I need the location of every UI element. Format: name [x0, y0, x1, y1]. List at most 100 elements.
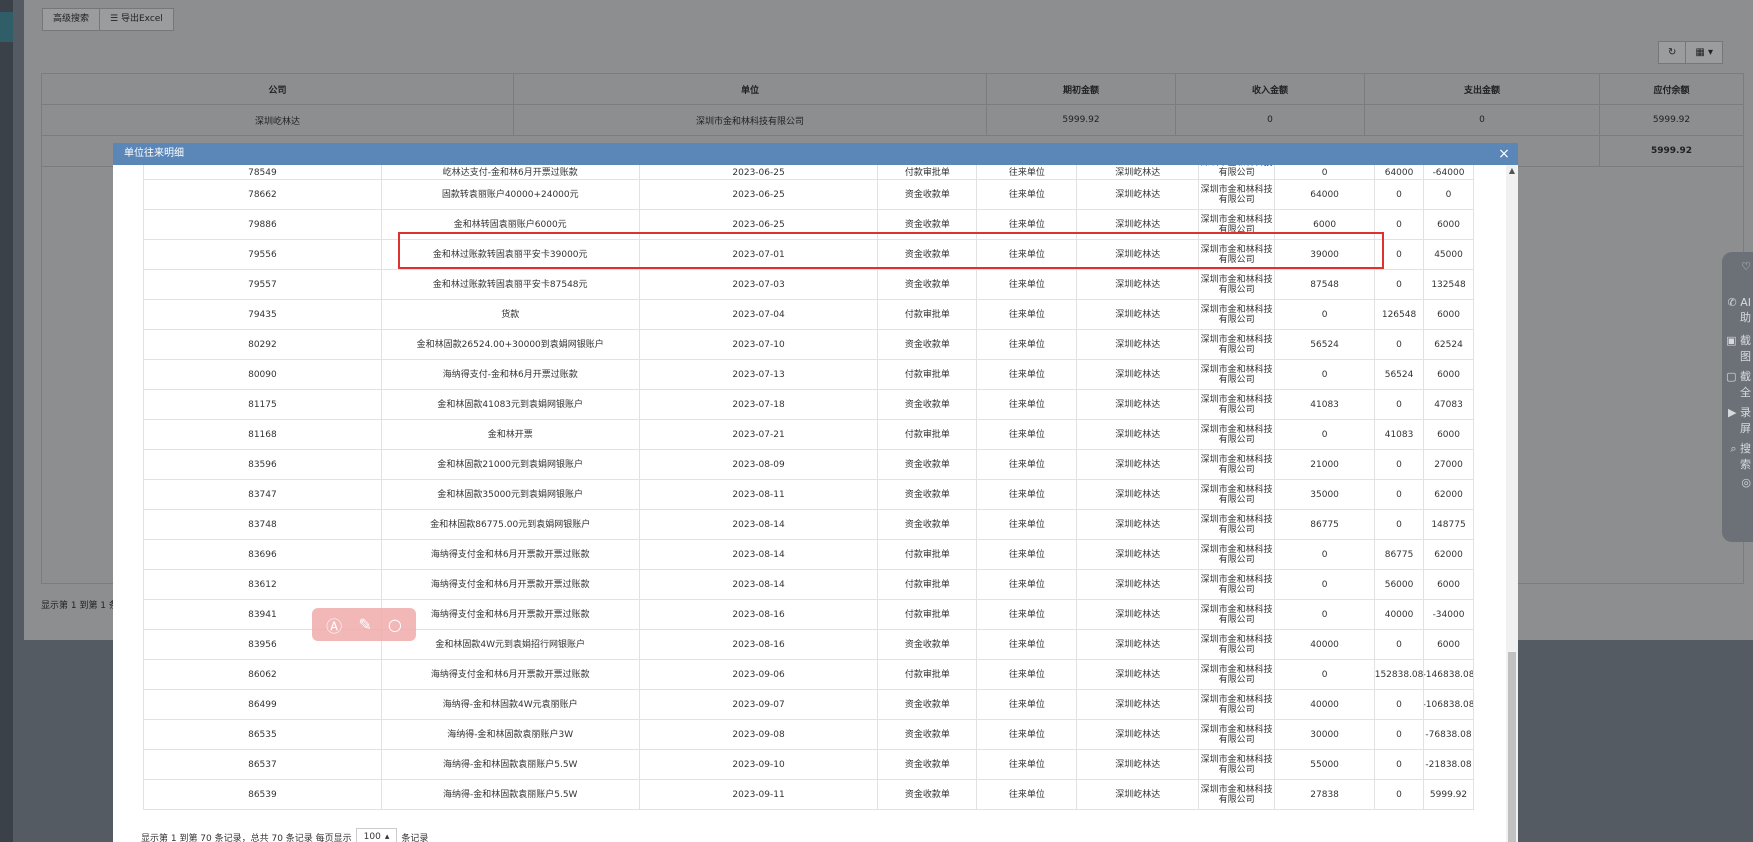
table-row[interactable]: 79435 货款 2023-07-04 付款审批单 往来单位 深圳屹林达 深圳市金和林科技有…: [143, 300, 1474, 330]
cell-company: 深圳屹林达: [1077, 540, 1200, 569]
col-header-company[interactable]: 公司: [42, 74, 514, 104]
close-icon[interactable]: ×: [1496, 143, 1512, 165]
scroll-up-arrow-icon[interactable]: ▲: [1506, 165, 1518, 177]
table-row[interactable]: 78549 屹林达支付-金和林6月开票过账款 2023-06-25 付款审批单 往来单位…: [143, 165, 1474, 180]
export-excel-button[interactable]: ☰ 导出Excel: [100, 8, 174, 31]
cell-counterparty: 深圳市金和林科技有限公司: [1199, 165, 1276, 179]
search-icon[interactable]: ○: [388, 615, 402, 634]
table-row[interactable]: 86537 海纳得-金和林固款袁丽账户5.5W 2023-09-10 资金收款单 往来单…: [143, 750, 1474, 780]
col-header-unit[interactable]: 单位: [514, 74, 987, 104]
col-header-payable[interactable]: 应付余额: [1600, 74, 1743, 104]
pagination-footer: 显示第 1 到第 70 条记录，总共 70 条记录 每页显示 100 ▴ 条记录: [141, 828, 428, 842]
table-row[interactable]: 83696 海纳得支付金和林6月开票款开票过账款 2023-08-14 付款审批单 往来…: [143, 540, 1474, 570]
pagination-summary: 显示第 1 到第 70 条记录，总共 70 条记录 每页显示: [141, 833, 352, 842]
vertical-scrollbar[interactable]: ▲: [1506, 165, 1518, 842]
cell-id: 83596: [144, 450, 382, 479]
cell-unit-type: 往来单位: [977, 360, 1078, 389]
ai-icon[interactable]: Ⓐ: [326, 613, 342, 637]
table-row[interactable]: 86539 海纳得-金和林固款袁丽账户5.5W 2023-09-11 资金收款单 往来单…: [143, 780, 1474, 810]
cell-company: 深圳屹林达: [1077, 450, 1200, 479]
favorite-icon[interactable]: ♡: [1722, 252, 1753, 288]
table-tools: ↻ ▦ ▾: [1657, 41, 1723, 64]
table-row[interactable]: 79557 金和林过账款转固袁丽平安卡87548元 2023-07-03 资金收款单往…: [143, 270, 1474, 300]
cell-unit-type: 往来单位: [977, 630, 1078, 659]
cell-id: 78662: [144, 180, 382, 209]
cell-summary: 货款: [382, 300, 640, 329]
cell-balance: -146838.08: [1424, 660, 1474, 689]
cell-doc-type: 资金收款单: [878, 750, 978, 779]
page-size-select[interactable]: 100 ▴: [355, 828, 398, 842]
cell-expense: 56000: [1375, 570, 1425, 599]
cell-balance: 47083: [1424, 390, 1474, 419]
record-icon[interactable]: ▶ 录屏: [1722, 396, 1753, 435]
settings-icon[interactable]: ◎: [1722, 468, 1753, 504]
table-row[interactable]: 83612 海纳得支付金和林6月开票款开票过账款 2023-08-14 付款审批单 往来…: [143, 570, 1474, 600]
cell-id: 83748: [144, 510, 382, 539]
cell-balance: 6000: [1424, 420, 1474, 449]
table-row[interactable]: 83748 金和林固款86775.00元到袁娟网银账户 2023-08-14 资金收款…: [143, 510, 1474, 540]
screenshot-icon[interactable]: ▣ 截图: [1722, 324, 1753, 363]
table-row[interactable]: 79556 金和林过账款转固袁丽平安卡39000元 2023-07-01 资金收款单往…: [143, 240, 1474, 270]
cell-counterparty: 深圳市金和林科技有限公司: [1199, 720, 1276, 749]
columns-toggle-button[interactable]: ▦ ▾: [1686, 41, 1723, 64]
cell-company: 深圳屹林达: [1077, 180, 1200, 209]
cell-unit-type: 往来单位: [977, 540, 1078, 569]
cell-expense: 0: [1375, 510, 1425, 539]
cell-id: 80292: [144, 330, 382, 359]
table-row[interactable]: 81168 金和林开票 2023-07-21 付款审批单 往来单位 深圳屹林达 深圳市金和林…: [143, 420, 1474, 450]
table-row[interactable]: 83747 金和林固款35000元到袁娟网银账户 2023-08-11 资金收款单 往来…: [143, 480, 1474, 510]
cell-summary: 金和林固款4W元到袁娟招行网银账户: [382, 630, 640, 659]
table-row[interactable]: 81175 金和林固款41083元到袁娟网银账户 2023-07-18 资金收款单 往来…: [143, 390, 1474, 420]
table-row[interactable]: 86062 海纳得支付金和林6月开票款开票过账款 2023-09-06 付款审批单 往来…: [143, 660, 1474, 690]
cell-summary: 金和林固款26524.00+30000到袁娟网银账户: [382, 330, 640, 359]
col-header-income[interactable]: 收入金额: [1176, 74, 1365, 104]
cell-id: 80090: [144, 360, 382, 389]
cell-summary: 金和林过账款转固袁丽平安卡39000元: [382, 240, 640, 269]
refresh-button[interactable]: ↻: [1657, 41, 1687, 64]
table-row[interactable]: 79886 金和林转固袁丽账户6000元 2023-06-25 资金收款单 往来单位 深圳…: [143, 210, 1474, 240]
cell-id: 86062: [144, 660, 382, 689]
cell-income: 40000: [1275, 630, 1376, 659]
cell-counterparty: 深圳市金和林科技有限公司: [1199, 540, 1276, 569]
cell-company: 深圳屹林达: [1077, 390, 1200, 419]
cell-doc-type: 资金收款单: [878, 780, 978, 809]
cell-expense: 64000: [1375, 165, 1425, 179]
table-row[interactable]: 80090 海纳得支付-金和林6月开票过账款 2023-07-13 付款审批单 往来单位…: [143, 360, 1474, 390]
col-header-expense[interactable]: 支出金额: [1365, 74, 1600, 104]
cell-counterparty: 深圳市金和林科技有限公司: [1199, 600, 1276, 629]
summary-unit: 深圳市金和林科技有限公司: [514, 105, 987, 135]
cell-doc-type: 资金收款单: [878, 480, 978, 509]
cell-income: 21000: [1275, 450, 1376, 479]
table-row[interactable]: 78662 固款转袁丽账户40000+24000元 2023-06-25 资金收款单往…: [143, 180, 1474, 210]
cell-counterparty: 深圳市金和林科技有限公司: [1199, 180, 1276, 209]
ai-assistant-icon[interactable]: ✆ AI助: [1722, 288, 1753, 324]
table-row[interactable]: 83596 金和林固款21000元到袁娟网银账户 2023-08-09 资金收款单 往来…: [143, 450, 1474, 480]
cell-company: 深圳屹林达: [1077, 330, 1200, 359]
page-size-value: 100: [363, 832, 381, 842]
cell-doc-type: 资金收款单: [878, 510, 978, 539]
cell-counterparty: 深圳市金和林科技有限公司: [1199, 420, 1276, 449]
cell-doc-type: 付款审批单: [878, 570, 978, 599]
fullscreen-capture-icon[interactable]: ▢ 截全: [1722, 360, 1753, 399]
advanced-search-button[interactable]: 高级搜索: [42, 8, 101, 31]
cell-id: 86499: [144, 690, 382, 719]
scroll-thumb[interactable]: [1508, 652, 1516, 842]
cell-income: 40000: [1275, 690, 1376, 719]
cell-balance: 62000: [1424, 480, 1474, 509]
table-row[interactable]: 86499 海纳得-金和林固款4W元袁丽账户 2023-09-07 资金收款单 往来单位…: [143, 690, 1474, 720]
col-header-opening[interactable]: 期初金额: [987, 74, 1176, 104]
cell-date: 2023-06-25: [640, 210, 879, 239]
cell-date: 2023-08-14: [640, 510, 879, 539]
table-row[interactable]: 86535 海纳得-金和林固款袁丽账户3W 2023-09-08 资金收款单 往来单位深…: [143, 720, 1474, 750]
cell-id: 83696: [144, 540, 382, 569]
search-tool-icon[interactable]: ⌕ 搜索: [1722, 432, 1753, 471]
cell-income: 30000: [1275, 720, 1376, 749]
cell-income: 35000: [1275, 480, 1376, 509]
cell-summary: 海纳得支付金和林6月开票款开票过账款: [382, 540, 640, 569]
cell-income: 86775: [1275, 510, 1376, 539]
magic-wand-icon[interactable]: ✎: [358, 615, 371, 634]
table-row[interactable]: 80292 金和林固款26524.00+30000到袁娟网银账户 2023-07-1…: [143, 330, 1474, 360]
cell-income: 0: [1275, 660, 1376, 689]
summary-row[interactable]: 深圳屹林达 深圳市金和林科技有限公司 5999.92 0 0 5999.92: [42, 105, 1743, 136]
cell-unit-type: 往来单位: [977, 165, 1078, 179]
